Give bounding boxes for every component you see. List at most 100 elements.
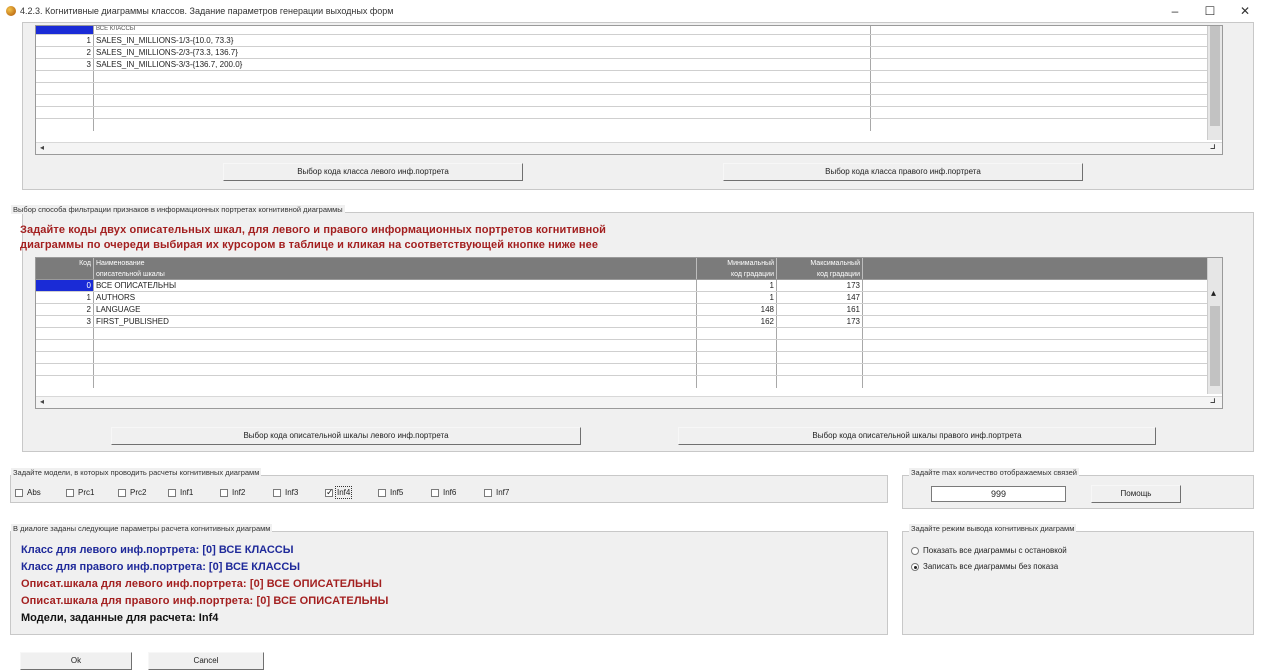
checkbox-inf5[interactable]: Inf5 (378, 488, 403, 497)
select-left-class-button[interactable]: Выбор кода класса левого инф.портрета (223, 163, 523, 181)
table-row[interactable]: 3 SALES_IN_MILLIONS-3/3-{136.7, 200.0} (36, 59, 1222, 71)
checkbox-inf7[interactable]: Inf7 (484, 488, 509, 497)
title-bar: 4.2.3. Когнитивные диаграммы классов. За… (0, 0, 1264, 22)
table-cell-name[interactable]: SALES_IN_MILLIONS-2/3-{73.3, 136.7} (94, 47, 871, 58)
scales-grid[interactable]: Код Наименование описательной шкалы Мини… (35, 257, 1223, 409)
summary-right-scale: Описат.шкала для правого инф.портрета: [… (21, 595, 389, 607)
app-icon (6, 6, 16, 16)
max-links-group: Задайте max количество отображаемых связ… (902, 468, 1254, 509)
column-header-min[interactable]: Минимальный код градации (697, 258, 777, 279)
help-button[interactable]: Помощь (1091, 485, 1181, 503)
resize-grip-icon: ⌟ (1209, 135, 1216, 151)
checkbox-box[interactable] (220, 488, 228, 497)
checkbox-box[interactable] (118, 488, 126, 497)
filter-group-label: Выбор способа фильтрации признаков в инф… (11, 205, 345, 214)
table-cell-code[interactable]: 1 (36, 35, 94, 46)
table-row[interactable]: 2 SALES_IN_MILLIONS-2/3-{73.3, 136.7} (36, 47, 1222, 59)
radio-dot[interactable] (911, 546, 919, 555)
table-cell-code[interactable]: 0 (36, 280, 94, 291)
table-row[interactable]: 2 LANGUAGE 148 161 (36, 304, 1222, 316)
scroll-thumb[interactable] (1210, 306, 1220, 386)
radio-dot[interactable] (911, 562, 919, 571)
window-title: 4.2.3. Когнитивные диаграммы классов. За… (20, 6, 394, 16)
scroll-thumb[interactable] (1210, 26, 1220, 126)
table-cell-name[interactable]: SALES_IN_MILLIONS-1/3-{10.0, 73.3} (94, 35, 871, 46)
checkbox-box[interactable] (325, 487, 334, 498)
minimize-button[interactable]: – (1160, 0, 1190, 22)
vertical-scrollbar[interactable] (1207, 26, 1222, 140)
table-cell-min[interactable]: 1 (697, 280, 777, 291)
models-group: Задайте модели, в которых проводить расч… (10, 468, 888, 503)
classes-grid[interactable]: ВСЕ КЛАССЫ 1 SALES_IN_MILLIONS-1/3-{10.0… (35, 25, 1223, 155)
table-cell-code[interactable]: 2 (36, 304, 94, 315)
checkbox-box[interactable] (273, 488, 281, 497)
table-cell-code[interactable]: 3 (36, 316, 94, 327)
column-header-name-line2: описательной шкалы (96, 271, 165, 278)
checkbox-prc2[interactable]: Prc2 (118, 488, 146, 497)
scroll-left-icon[interactable]: ◂ (40, 397, 44, 406)
checkbox-label: Inf5 (390, 488, 404, 497)
table-row[interactable]: ВСЕ КЛАССЫ (36, 26, 1222, 35)
table-cell-name[interactable]: ВСЕ КЛАССЫ (94, 26, 871, 34)
table-cell-name[interactable]: AUTHORS (94, 292, 697, 303)
vertical-scrollbar[interactable]: ▴ (1207, 258, 1222, 394)
checkbox-inf6[interactable]: Inf6 (431, 488, 456, 497)
checkbox-box[interactable] (378, 488, 386, 497)
table-row (36, 83, 1222, 95)
checkbox-inf2[interactable]: Inf2 (220, 488, 245, 497)
maximize-button[interactable]: ☐ (1195, 0, 1225, 22)
cancel-button[interactable]: Cancel (148, 652, 264, 670)
checkbox-prc1[interactable]: Prc1 (66, 488, 94, 497)
table-cell-max[interactable]: 173 (777, 316, 863, 327)
radio-show-with-stop[interactable]: Показать все диаграммы с остановкой (911, 546, 1067, 555)
table-cell-code[interactable]: 1 (36, 292, 94, 303)
horizontal-scrollbar[interactable]: ◂ ⌟ (36, 389, 1222, 408)
checkbox-box[interactable] (168, 488, 176, 497)
column-header-code[interactable]: Код (36, 258, 94, 279)
checkbox-abs[interactable]: Abs (15, 488, 41, 497)
table-cell-code[interactable] (36, 26, 94, 34)
table-header-row: Код Наименование описательной шкалы Мини… (36, 258, 1222, 280)
table-cell-name[interactable]: ВСЕ ОПИСАТЕЛЬНЫ (94, 280, 697, 291)
table-cell-max[interactable]: 173 (777, 280, 863, 291)
table-cell-min[interactable]: 1 (697, 292, 777, 303)
column-header-max[interactable]: Максимальный код градации (777, 258, 863, 279)
select-right-class-button[interactable]: Выбор кода класса правого инф.портрета (723, 163, 1083, 181)
table-row[interactable]: 3 FIRST_PUBLISHED 162 173 (36, 316, 1222, 328)
select-right-scale-button[interactable]: Выбор кода описательной шкалы правого ин… (678, 427, 1156, 445)
checkbox-box[interactable] (484, 488, 492, 497)
checkbox-box[interactable] (431, 488, 439, 497)
output-mode-group-label: Задайте режим вывода когнитивных диаграм… (909, 524, 1077, 533)
table-cell-name[interactable]: FIRST_PUBLISHED (94, 316, 697, 327)
close-button[interactable]: ✕ (1230, 0, 1260, 22)
scroll-left-icon[interactable]: ◂ (40, 143, 44, 152)
checkbox-inf3[interactable]: Inf3 (273, 488, 298, 497)
checkbox-box[interactable] (15, 488, 23, 497)
column-header-min-line2: код градации (730, 271, 774, 278)
max-links-input[interactable]: 999 (931, 486, 1066, 502)
checkbox-label: Inf1 (180, 488, 194, 497)
table-cell-name[interactable]: SALES_IN_MILLIONS-3/3-{136.7, 200.0} (94, 59, 871, 70)
table-row[interactable]: 1 AUTHORS 1 147 (36, 292, 1222, 304)
table-cell-min[interactable]: 148 (697, 304, 777, 315)
table-cell-max[interactable]: 147 (777, 292, 863, 303)
summary-left-scale: Описат.шкала для левого инф.портрета: [0… (21, 578, 382, 590)
horizontal-scrollbar[interactable]: ◂ ⌟ (36, 135, 1222, 154)
checkbox-inf4[interactable]: Inf4 (325, 486, 353, 499)
checkbox-box[interactable] (66, 488, 74, 497)
column-header-name[interactable]: Наименование описательной шкалы (94, 258, 697, 279)
select-left-scale-button[interactable]: Выбор кода описательной шкалы левого инф… (111, 427, 581, 445)
table-row (36, 328, 1222, 340)
table-cell-max[interactable]: 161 (777, 304, 863, 315)
ok-button[interactable]: Ok (20, 652, 132, 670)
radio-save-without-show[interactable]: Записать все диаграммы без показа (911, 562, 1058, 571)
table-row[interactable]: 1 SALES_IN_MILLIONS-1/3-{10.0, 73.3} (36, 35, 1222, 47)
checkbox-inf1[interactable]: Inf1 (168, 488, 193, 497)
table-cell-name[interactable]: LANGUAGE (94, 304, 697, 315)
table-cell-min[interactable]: 162 (697, 316, 777, 327)
table-cell-code[interactable]: 3 (36, 59, 94, 70)
checkbox-label: Inf3 (285, 488, 299, 497)
table-row[interactable]: 0 ВСЕ ОПИСАТЕЛЬНЫ 1 173 (36, 280, 1222, 292)
table-cell-code[interactable]: 2 (36, 47, 94, 58)
scroll-up-icon[interactable]: ▴ (1211, 288, 1216, 299)
